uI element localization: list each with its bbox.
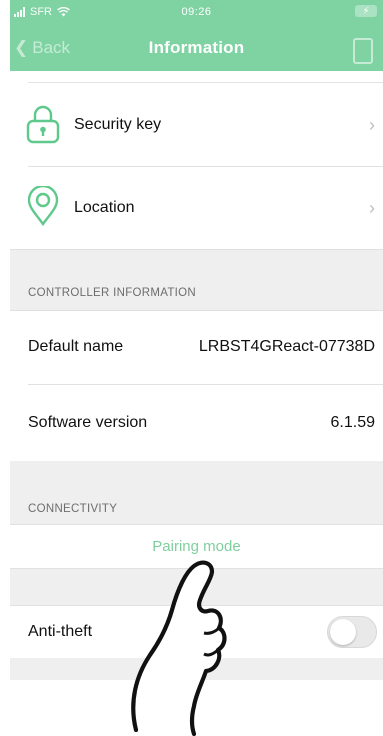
- pairing-mode-button[interactable]: Pairing mode: [10, 538, 383, 555]
- status-bar: SFR 09:26 ⚡: [10, 0, 383, 24]
- chevron-right-icon: ›: [369, 115, 375, 135]
- battery-icon: ⚡: [355, 5, 377, 17]
- section-title: CONNECTIVITY: [28, 503, 118, 515]
- clock: 09:26: [181, 6, 212, 18]
- divider: [28, 82, 383, 83]
- lock-icon: [26, 105, 60, 144]
- menu-item-location[interactable]: Location ›: [10, 167, 383, 249]
- chevron-right-icon: ›: [369, 198, 375, 218]
- info-label: Default name: [28, 338, 124, 355]
- info-label: Software version: [28, 414, 148, 431]
- info-row-software-version: Software version 6.1.59: [10, 385, 383, 461]
- anti-theft-label: Anti-theft: [28, 623, 93, 640]
- section-header-controller-information: CONTROLLER INFORMATION: [10, 250, 383, 310]
- document-icon[interactable]: [353, 38, 373, 64]
- menu-item-security-key[interactable]: Security key ›: [10, 84, 383, 167]
- pointing-hand-icon: [131, 560, 227, 736]
- location-pin-icon: [27, 186, 59, 226]
- menu-item-label: Security key: [74, 116, 162, 133]
- section-header-connectivity: CONNECTIVITY: [10, 461, 383, 524]
- page-title: Information: [148, 38, 245, 57]
- menu-item-label: Location: [74, 199, 135, 216]
- info-value: LRBST4GReact-07738D: [198, 338, 375, 355]
- divider: [10, 524, 383, 525]
- anti-theft-toggle[interactable]: [327, 616, 377, 648]
- section-title: CONTROLLER INFORMATION: [28, 287, 197, 299]
- info-row-default-name: Default name LRBST4GReact-07738D: [10, 311, 383, 384]
- navigation-bar: ❮ Back Information: [10, 28, 383, 68]
- app-header: SFR 09:26 ⚡ ❮ Back Information: [10, 0, 383, 71]
- info-value: 6.1.59: [330, 414, 375, 431]
